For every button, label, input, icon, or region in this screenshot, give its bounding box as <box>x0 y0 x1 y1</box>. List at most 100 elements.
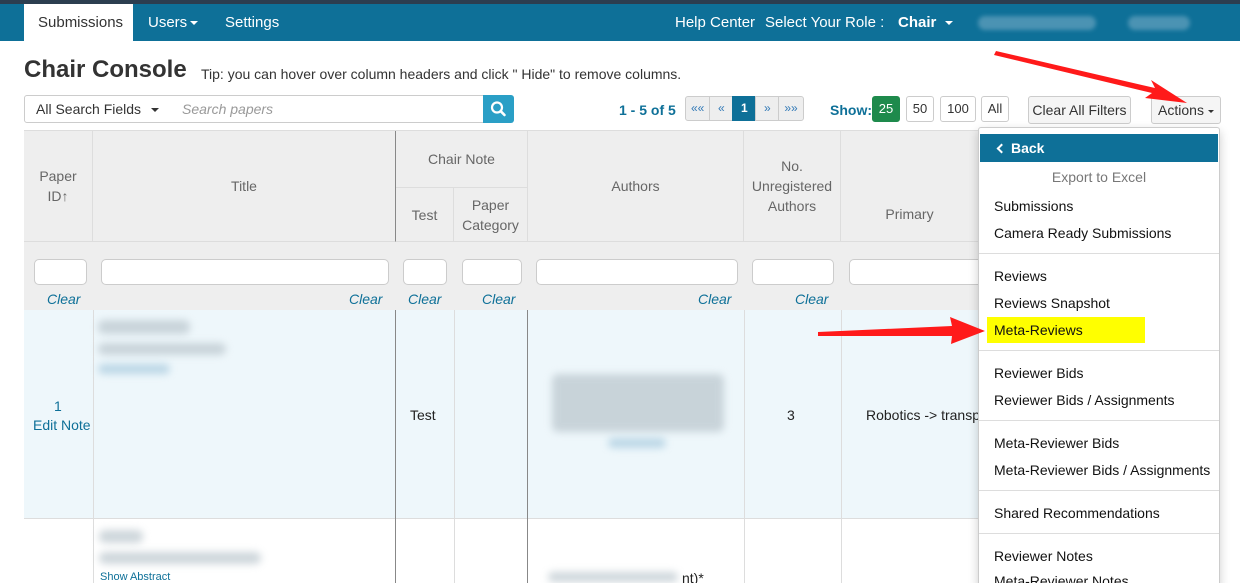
menu-item-camera-ready-submissions[interactable]: Camera Ready Submissions <box>994 225 1171 241</box>
clear-authors-filter[interactable]: Clear <box>698 291 731 307</box>
tab-users[interactable]: Users <box>148 4 199 41</box>
pager-page-1[interactable]: 1 <box>732 96 757 121</box>
top-navbar: Submissions Users Settings Help Center S… <box>0 0 1240 41</box>
back-menu-item[interactable]: Back <box>980 134 1218 162</box>
redacted-title <box>98 320 190 334</box>
clear-unregistered-filter[interactable]: Clear <box>795 291 828 307</box>
col-header-paper-id-line1: Paper <box>39 168 77 184</box>
menu-item-shared-recommendations[interactable]: Shared Recommendations <box>994 505 1160 521</box>
menu-item-reviewer-notes[interactable]: Reviewer Notes <box>994 548 1093 564</box>
col-header-unregistered-line1: No. <box>781 158 803 174</box>
select-role-label: Select Your Role : <box>765 14 885 31</box>
clear-test-filter[interactable]: Clear <box>408 291 441 307</box>
col-header-test-label: Test <box>411 206 438 223</box>
clear-title-filter[interactable]: Clear <box>349 291 382 307</box>
col-header-paper-id-line2: ID↑ <box>47 188 69 204</box>
redacted-authors <box>552 374 724 432</box>
col-divider <box>744 310 745 583</box>
col-header-test[interactable]: Test <box>396 188 454 242</box>
menu-item-submissions[interactable]: Submissions <box>994 198 1073 214</box>
filter-paper-category[interactable] <box>462 259 522 285</box>
role-value: Chair <box>898 14 937 31</box>
col-header-paper-id[interactable]: Paper ID↑ <box>24 131 93 242</box>
pager-last[interactable]: »» <box>778 96 804 121</box>
filter-title[interactable] <box>101 259 389 285</box>
col-header-authors[interactable]: Authors <box>528 131 744 242</box>
unregistered-count-cell: 3 <box>787 407 795 423</box>
pager-prev[interactable]: « <box>709 96 734 121</box>
chevron-down-icon <box>151 108 160 113</box>
menu-divider <box>979 420 1219 421</box>
pager-next[interactable]: » <box>755 96 780 121</box>
col-header-unregistered-authors[interactable]: No. Unregistered Authors <box>744 131 841 242</box>
col-header-title[interactable]: Title <box>93 131 396 242</box>
clear-all-filters-button[interactable]: Clear All Filters <box>1028 96 1131 124</box>
col-header-chair-note-label: Chair Note <box>428 151 495 167</box>
show-all-button[interactable]: All <box>981 96 1009 122</box>
clear-paper-id-filter[interactable]: Clear <box>47 291 80 307</box>
clear-category-filter[interactable]: Clear <box>482 291 515 307</box>
filter-authors[interactable] <box>536 259 738 285</box>
col-divider <box>93 310 94 583</box>
show-abstract-link[interactable]: Show Abstract <box>100 571 170 583</box>
role-select[interactable]: Chair <box>898 4 954 41</box>
col-header-unregistered-line3: Authors <box>767 198 817 214</box>
show-label: Show: <box>830 102 872 118</box>
search-input[interactable]: Search papers <box>170 95 484 123</box>
col-divider <box>841 310 842 583</box>
chevron-left-icon <box>996 143 1007 154</box>
redacted-title <box>99 530 143 543</box>
menu-item-reviews[interactable]: Reviews <box>994 268 1047 284</box>
col-header-authors-label: Authors <box>611 178 660 194</box>
col-header-paper-category[interactable]: Paper Category <box>454 188 528 242</box>
search-field-value: All Search Fields <box>36 101 142 117</box>
show-25-button[interactable]: 25 <box>872 96 900 122</box>
menu-item-reviews-snapshot[interactable]: Reviews Snapshot <box>994 295 1110 311</box>
pager: «« « 1 » »» <box>685 96 804 121</box>
edit-note-link[interactable]: Edit Note <box>33 417 91 433</box>
col-divider <box>454 310 455 583</box>
menu-item-meta-reviewer-bids-assignments[interactable]: Meta-Reviewer Bids / Assignments <box>994 462 1210 478</box>
col-header-title-label: Title <box>231 178 257 194</box>
filter-paper-id[interactable] <box>34 259 87 285</box>
menu-item-reviewer-bids[interactable]: Reviewer Bids <box>994 365 1083 381</box>
primary-cell: Robotics -> transp <box>866 407 978 423</box>
chevron-down-icon <box>190 21 199 26</box>
show-50-button[interactable]: 50 <box>906 96 934 122</box>
paper-id-cell[interactable]: 1 <box>54 398 62 414</box>
search-field-select[interactable]: All Search Fields <box>24 95 171 123</box>
pager-first[interactable]: «« <box>685 96 711 121</box>
redacted-authors <box>548 572 678 582</box>
redacted-link <box>98 364 170 374</box>
help-center-link[interactable]: Help Center <box>675 4 755 41</box>
menu-item-meta-reviewer-bids[interactable]: Meta-Reviewer Bids <box>994 435 1119 451</box>
filter-unregistered[interactable] <box>752 259 834 285</box>
redacted-author-link <box>608 438 666 448</box>
filter-primary[interactable] <box>849 259 989 285</box>
menu-item-meta-reviewer-notes[interactable]: Meta-Reviewer Notes <box>994 573 1129 583</box>
menu-item-reviewer-bids-assignments[interactable]: Reviewer Bids / Assignments <box>994 392 1175 408</box>
col-header-unregistered-line2: Unregistered <box>751 178 833 194</box>
page-tip: Tip: you can hover over column headers a… <box>201 66 682 82</box>
show-100-button[interactable]: 100 <box>940 96 976 122</box>
tab-settings[interactable]: Settings <box>225 4 279 41</box>
redacted-title-authors <box>99 552 261 564</box>
tab-users-label: Users <box>148 14 188 31</box>
export-to-excel-header: Export to Excel <box>1051 169 1147 185</box>
col-header-primary-label: Primary <box>885 205 934 222</box>
actions-label: Actions <box>1158 102 1204 118</box>
redacted-user-menu[interactable] <box>1128 16 1190 30</box>
col-header-primary[interactable]: Primary <box>841 131 978 242</box>
tab-submissions[interactable]: Submissions <box>24 4 133 41</box>
actions-button[interactable]: Actions <box>1151 96 1221 124</box>
filter-test[interactable] <box>403 259 447 285</box>
back-label: Back <box>1011 140 1045 156</box>
menu-divider <box>979 533 1219 534</box>
menu-divider <box>979 350 1219 351</box>
col-header-paper-category-line2: Category <box>462 216 519 233</box>
col-header-chair-note[interactable]: Chair Note <box>396 131 528 188</box>
search-button[interactable] <box>483 95 514 123</box>
menu-divider <box>979 253 1219 254</box>
redacted-user-name <box>978 16 1096 30</box>
menu-item-meta-reviews[interactable]: Meta-Reviews <box>994 322 1083 338</box>
